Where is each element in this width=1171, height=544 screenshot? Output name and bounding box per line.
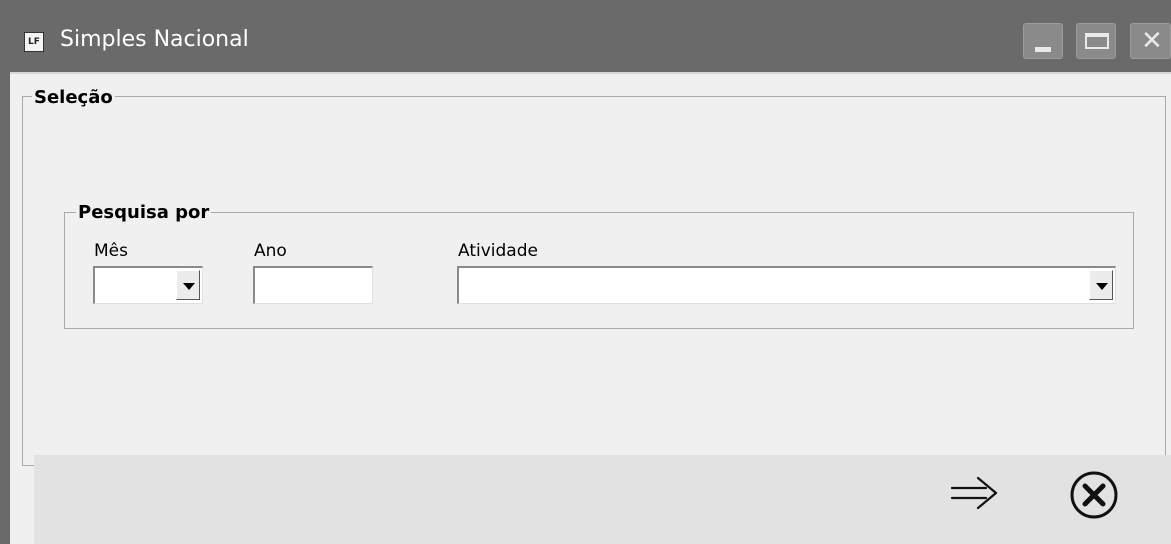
title-bar[interactable]: LF Simples Nacional ✕	[0, 0, 1171, 72]
pesquisa-legend: Pesquisa por	[76, 202, 212, 223]
atividade-label: Atividade	[458, 241, 538, 261]
arrow-right-icon	[950, 476, 998, 510]
atividade-dropdown-button[interactable]	[1089, 270, 1113, 300]
selecao-legend: Seleção	[32, 87, 115, 108]
chevron-down-icon	[183, 283, 195, 290]
maximize-button[interactable]	[1076, 23, 1116, 59]
maximize-icon	[1085, 33, 1109, 49]
close-window-button[interactable]: ✕	[1130, 23, 1171, 59]
app-icon: LF	[24, 32, 44, 52]
ano-input[interactable]	[253, 266, 373, 304]
minimize-button[interactable]	[1023, 23, 1063, 59]
ano-label: Ano	[254, 241, 287, 261]
chevron-down-icon	[1096, 283, 1108, 290]
minimize-icon	[1035, 47, 1051, 52]
close-icon: ✕	[1141, 26, 1163, 56]
close-circle-icon	[1070, 471, 1118, 519]
mes-dropdown-button[interactable]	[176, 270, 200, 300]
divider	[10, 72, 1171, 74]
atividade-select[interactable]	[457, 266, 1116, 304]
ok-button[interactable]	[948, 470, 1004, 516]
window-title: Simples Nacional	[60, 27, 249, 52]
mes-label: Mês	[94, 241, 128, 261]
close-button[interactable]	[1068, 469, 1120, 521]
window: LF Simples Nacional ✕ Seleção Pesquisa p…	[0, 0, 1171, 544]
mes-select[interactable]	[93, 266, 203, 304]
